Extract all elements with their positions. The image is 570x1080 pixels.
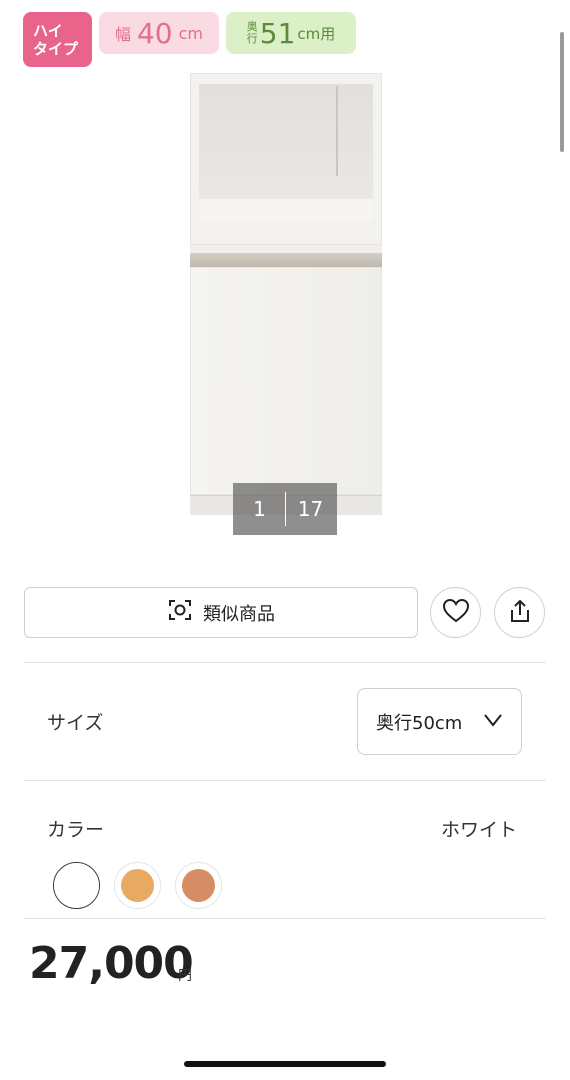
depth-badge-unit: cm用 xyxy=(297,24,336,43)
favorite-button[interactable] xyxy=(430,587,481,638)
size-select[interactable]: 奥行50cm xyxy=(357,688,522,755)
heart-icon xyxy=(442,598,470,628)
width-badge: 幅 40 cm xyxy=(99,12,219,54)
image-counter-current: 1 xyxy=(253,497,266,521)
share-button[interactable] xyxy=(494,587,545,638)
depth-badge-value: 51 xyxy=(259,16,296,50)
high-type-badge-line2: タイプ xyxy=(33,39,79,58)
cabinet-open-shelf xyxy=(190,73,382,245)
color-swatch-light-wood[interactable] xyxy=(114,862,161,909)
cabinet-shelf-floor xyxy=(199,199,373,221)
width-badge-unit: cm xyxy=(178,23,204,43)
camera-scan-icon xyxy=(167,597,193,628)
scrollbar[interactable] xyxy=(560,32,564,152)
divider xyxy=(24,662,546,663)
chevron-down-icon xyxy=(483,711,503,732)
selected-color-name: ホワイト xyxy=(441,819,518,841)
high-type-badge: ハイ タイプ xyxy=(23,12,92,67)
swatch-fill xyxy=(182,869,215,902)
swatch-fill xyxy=(54,863,99,908)
product-image[interactable] xyxy=(190,73,382,515)
image-counter: 1 17 xyxy=(233,483,337,535)
similar-items-button[interactable]: 類似商品 xyxy=(24,587,418,638)
width-badge-value: 40 xyxy=(136,16,173,50)
swatch-fill xyxy=(121,869,154,902)
width-badge-prefix: 幅 xyxy=(114,25,131,44)
price-amount: 27,000 xyxy=(29,938,194,989)
color-label: カラー xyxy=(47,819,105,841)
depth-badge: 奥 行 51 cm用 xyxy=(226,12,356,54)
divider xyxy=(24,780,546,781)
high-type-badge-line1: ハイ xyxy=(33,21,63,40)
color-swatch-white[interactable] xyxy=(53,862,100,909)
depth-badge-prefix-bottom: 行 xyxy=(246,32,258,45)
share-icon xyxy=(507,598,533,628)
similar-items-label: 類似商品 xyxy=(203,603,275,625)
cabinet-door xyxy=(190,267,382,495)
color-swatch-medium-wood[interactable] xyxy=(175,862,222,909)
home-indicator[interactable] xyxy=(184,1061,386,1067)
depth-badge-prefix: 奥 行 xyxy=(247,21,258,45)
cabinet-hinge xyxy=(336,86,350,176)
divider xyxy=(24,918,546,919)
cabinet-band xyxy=(190,245,382,253)
cabinet-handle xyxy=(190,253,382,267)
size-select-value: 奥行50cm xyxy=(376,712,463,734)
size-label: サイズ xyxy=(47,712,104,734)
price-unit: 円 xyxy=(178,968,192,984)
image-counter-total: 17 xyxy=(297,497,324,521)
